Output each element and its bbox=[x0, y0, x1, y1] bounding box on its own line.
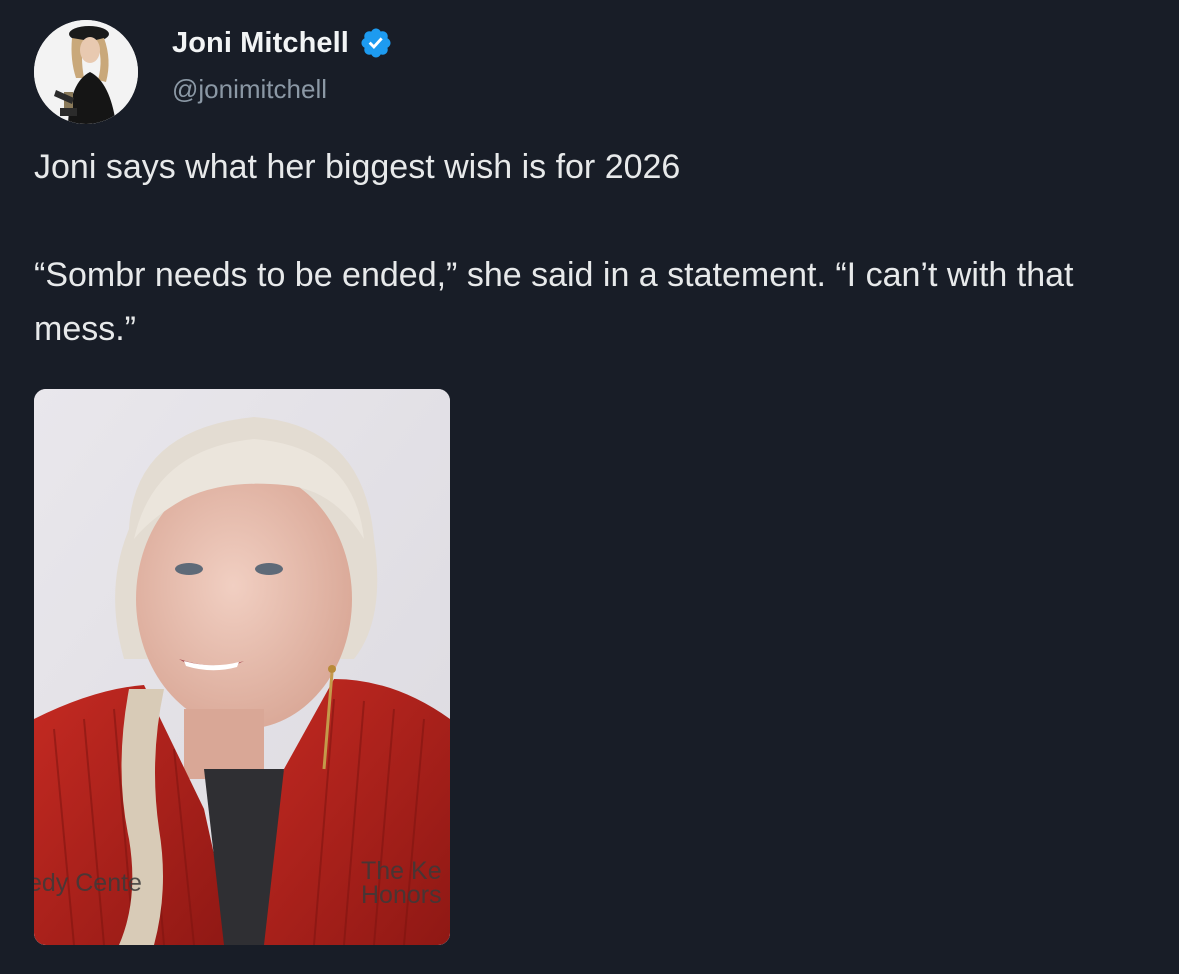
backdrop-sign-right-line1: The Ke bbox=[361, 857, 442, 885]
author-name-row: Joni Mitchell bbox=[172, 26, 393, 60]
tweet-text-quote: “Sombr needs to be ended,” she said in a… bbox=[34, 256, 1074, 348]
tweet-media-photo[interactable]: edy Cente The Ke Honors bbox=[34, 389, 450, 945]
backdrop-sign-left: edy Cente bbox=[34, 869, 142, 897]
tweet-body: Joni says what her biggest wish is for 2… bbox=[34, 140, 1144, 356]
tweet-card: Joni Mitchell @jonimitchell Joni says wh… bbox=[0, 0, 1179, 974]
author-handle[interactable]: @jonimitchell bbox=[172, 74, 327, 105]
backdrop-sign-right-line2: Honors bbox=[361, 881, 442, 909]
author-display-name[interactable]: Joni Mitchell bbox=[172, 27, 349, 60]
avatar-photo-icon bbox=[34, 20, 138, 124]
author-avatar[interactable] bbox=[34, 20, 138, 124]
tweet-text-line: Joni says what her biggest wish is for 2… bbox=[34, 148, 681, 186]
verified-badge-icon bbox=[361, 28, 391, 58]
backdrop-sign-right: The Ke Honors bbox=[361, 857, 442, 909]
